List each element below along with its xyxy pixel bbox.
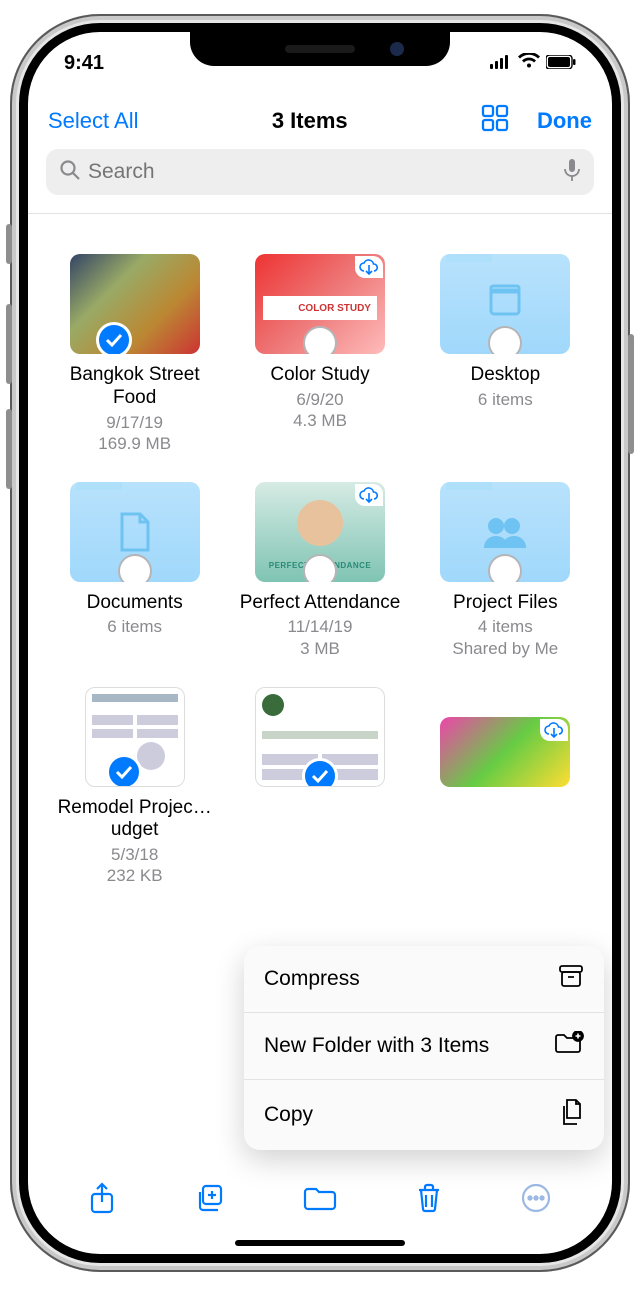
file-item-screen-printing[interactable] [417, 687, 594, 887]
selection-circle [488, 326, 522, 354]
menu-copy[interactable]: Copy [244, 1079, 604, 1150]
front-camera [390, 42, 404, 56]
item-count: 6 items [107, 616, 162, 638]
context-menu: Compress New Folder with 3 Items Copy [244, 946, 604, 1150]
duplicate-button[interactable] [194, 1183, 224, 1218]
selection-circle [118, 554, 152, 582]
selection-circle [303, 326, 337, 354]
item-size: 169.9 MB [98, 434, 171, 454]
item-size: 232 KB [107, 866, 163, 886]
select-all-button[interactable]: Select All [48, 108, 139, 134]
item-title: Color Study [270, 364, 369, 387]
selection-checkmark-icon [302, 758, 338, 787]
menu-label: New Folder with 3 Items [264, 1034, 489, 1058]
item-count: 4 items [478, 616, 533, 638]
speaker [285, 45, 355, 53]
home-indicator[interactable] [235, 1240, 405, 1246]
cloud-download-icon [540, 719, 568, 741]
thumbnail [85, 687, 185, 787]
item-title: Remodel Projec…udget [50, 797, 220, 843]
nav-title: 3 Items [272, 108, 348, 134]
folder-icon [440, 254, 570, 354]
item-count: 6 items [478, 389, 533, 411]
notch [190, 32, 450, 66]
cellular-icon [490, 52, 512, 75]
thumbnail: COLOR STUDY [255, 254, 385, 354]
files-grid: Bangkok Street Food 9/17/19 169.9 MB COL… [28, 214, 612, 886]
file-item-perfect-attendance[interactable]: PERFECT ATTENDANCE Perfect Attendance 11… [231, 482, 408, 659]
item-date: 9/17/19 [106, 412, 163, 434]
item-date: 6/9/20 [296, 389, 343, 411]
thumbnail [255, 687, 385, 787]
grid-view-icon[interactable] [481, 104, 509, 137]
item-title: Perfect Attendance [240, 592, 401, 615]
cloud-download-icon [355, 484, 383, 506]
selection-checkmark-icon [106, 754, 142, 787]
done-button[interactable]: Done [537, 108, 592, 134]
folder-badge-plus-icon [554, 1031, 584, 1061]
thumbnail: PERFECT ATTENDANCE [255, 482, 385, 582]
folder-item-documents[interactable]: Documents 6 items [46, 482, 223, 659]
folder-item-project-files[interactable]: Project Files 4 items Shared by Me [417, 482, 594, 659]
more-button[interactable] [521, 1183, 551, 1218]
search-field[interactable] [46, 149, 594, 195]
folder-icon [440, 482, 570, 582]
search-icon [60, 160, 80, 185]
volume-down-button [6, 409, 12, 489]
file-item-remodel-budget[interactable]: Remodel Projec…udget 5/3/18 232 KB [46, 687, 223, 887]
item-size: 3 MB [300, 639, 340, 659]
menu-label: Compress [264, 967, 360, 991]
search-container [28, 149, 612, 207]
doc-on-doc-icon [560, 1098, 584, 1132]
side-button [628, 334, 634, 454]
move-button[interactable] [303, 1185, 337, 1216]
bottom-toolbar [28, 1164, 612, 1236]
selection-circle [488, 554, 522, 582]
file-item-bangkok[interactable]: Bangkok Street Food 9/17/19 169.9 MB [46, 254, 223, 454]
selection-checkmark-icon [96, 322, 132, 354]
device-frame: 9:41 Select All 3 Items Don [10, 14, 630, 1272]
item-title: Bangkok Street Food [50, 364, 220, 410]
silence-switch [6, 224, 12, 264]
battery-icon [546, 52, 576, 75]
file-item-hiking-schedule[interactable] [231, 687, 408, 887]
item-title: Desktop [470, 364, 540, 387]
menu-compress[interactable]: Compress [244, 946, 604, 1012]
wifi-icon [518, 52, 540, 75]
item-title: Documents [87, 592, 183, 615]
screen: 9:41 Select All 3 Items Don [28, 32, 612, 1254]
share-button[interactable] [89, 1182, 115, 1219]
menu-label: Copy [264, 1103, 313, 1127]
volume-up-button [6, 304, 12, 384]
item-size: 4.3 MB [293, 411, 347, 431]
thumbnail [70, 254, 200, 354]
item-date: 5/3/18 [111, 844, 158, 866]
mic-icon[interactable] [564, 159, 580, 186]
search-input[interactable] [88, 160, 556, 184]
folder-item-desktop[interactable]: Desktop 6 items [417, 254, 594, 454]
item-title: Project Files [453, 592, 558, 615]
archivebox-icon [558, 964, 584, 994]
item-date: 11/14/19 [288, 616, 353, 638]
trash-button[interactable] [416, 1183, 442, 1218]
nav-bar: Select All 3 Items Done [28, 84, 612, 149]
selection-circle [303, 554, 337, 582]
menu-new-folder[interactable]: New Folder with 3 Items [244, 1012, 604, 1079]
thumbnail [440, 717, 570, 787]
item-shared: Shared by Me [452, 639, 558, 659]
status-time: 9:41 [64, 52, 104, 75]
folder-icon [70, 482, 200, 582]
file-item-color-study[interactable]: COLOR STUDY Color Study 6/9/20 4.3 MB [231, 254, 408, 454]
cloud-download-icon [355, 256, 383, 278]
